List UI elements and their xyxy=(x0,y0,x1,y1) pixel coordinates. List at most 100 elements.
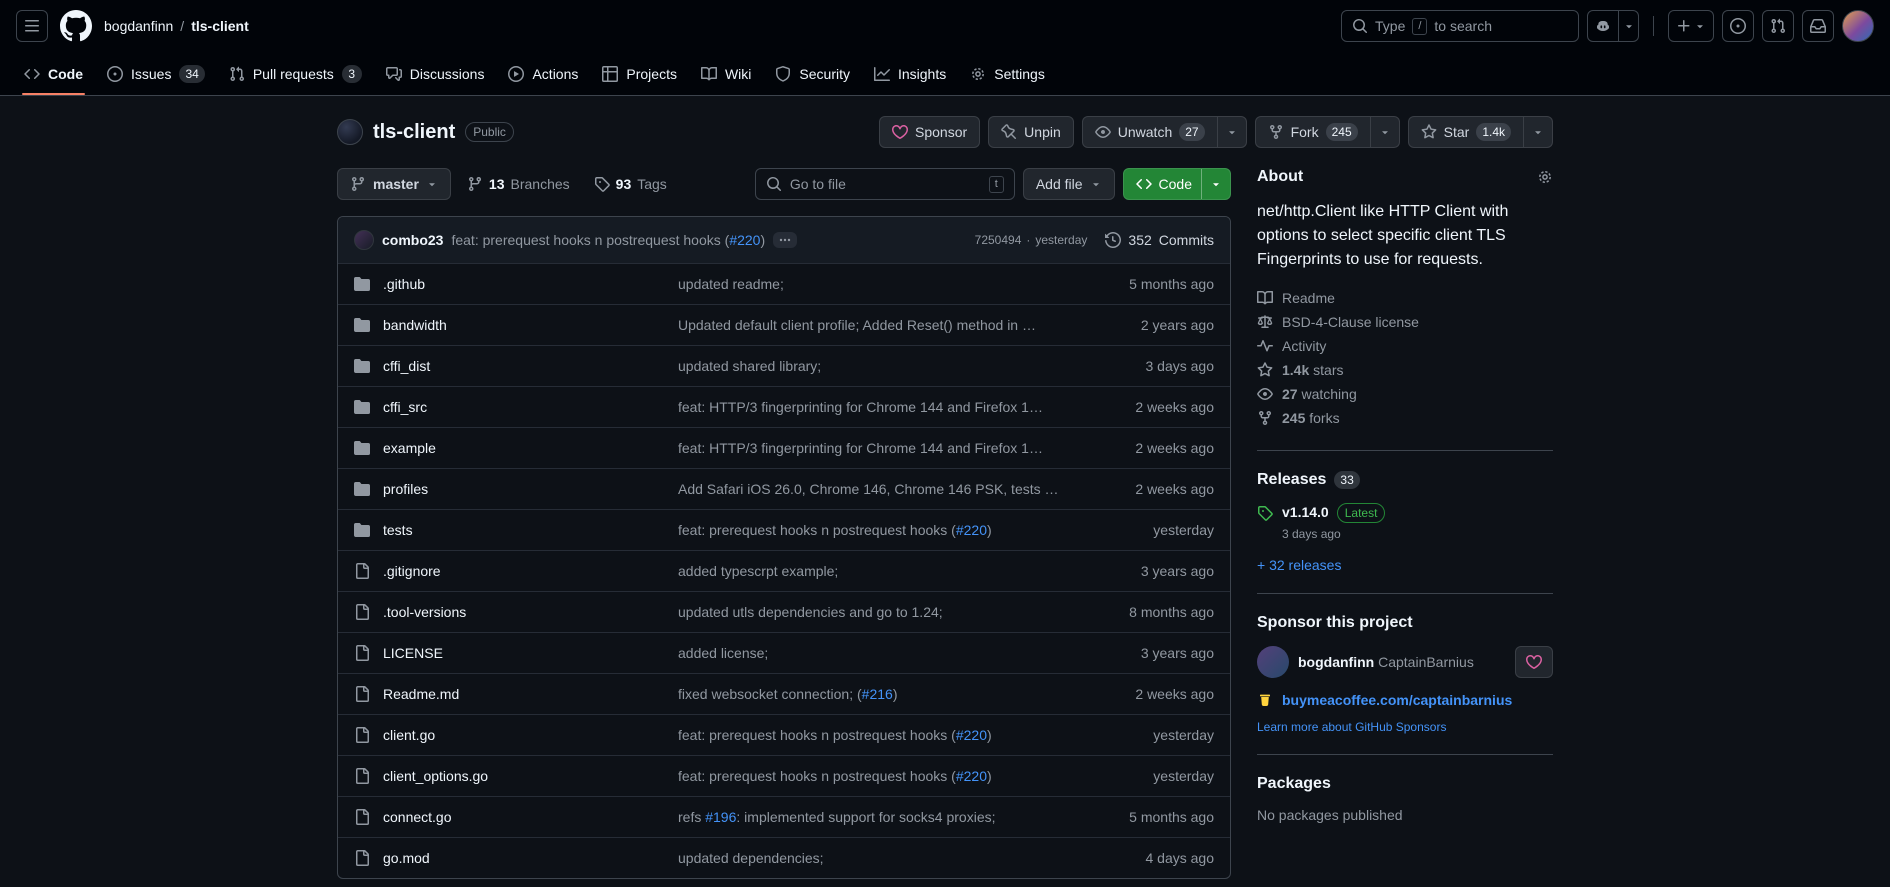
file-age-link[interactable]: yesterday xyxy=(1084,727,1214,743)
file-link[interactable]: connect.go xyxy=(383,809,452,825)
fork-button[interactable]: Fork245 xyxy=(1255,116,1371,148)
file-age-link[interactable]: yesterday xyxy=(1084,768,1214,784)
file-commit-message-link[interactable]: updated dependencies; xyxy=(678,850,1060,866)
file-commit-message-link[interactable]: Add Safari iOS 26.0, Chrome 146, Chrome … xyxy=(678,481,1060,497)
commit-message-link[interactable]: feat: prerequest hooks n postrequest hoo… xyxy=(451,232,765,248)
file-age-link[interactable]: 2 weeks ago xyxy=(1084,399,1214,415)
file-link[interactable]: .gitignore xyxy=(383,563,441,579)
branch-selector[interactable]: master xyxy=(337,168,451,200)
tab-settings[interactable]: Settings xyxy=(960,52,1055,95)
file-age-link[interactable]: 2 years ago xyxy=(1084,317,1214,333)
sponsor-heart-button[interactable] xyxy=(1515,646,1553,678)
unwatch-button[interactable]: Unwatch27 xyxy=(1082,116,1218,148)
file-commit-message-link[interactable]: fixed websocket connection; (#216) xyxy=(678,686,1060,702)
file-commit-message-link[interactable]: added typescrpt example; xyxy=(678,563,1060,579)
tab-discussions[interactable]: Discussions xyxy=(376,52,495,95)
file-link[interactable]: tests xyxy=(383,522,413,538)
edit-repo-details-button[interactable] xyxy=(1537,169,1553,185)
file-age-link[interactable]: 4 days ago xyxy=(1084,850,1214,866)
sponsor-button[interactable]: Sponsor xyxy=(879,116,980,148)
latest-release-link[interactable]: v1.14.0Latest 3 days ago xyxy=(1257,503,1553,541)
buymeacoffee-link[interactable]: buymeacoffee.com/captainbarnius xyxy=(1282,692,1512,708)
file-age-link[interactable]: 3 years ago xyxy=(1084,645,1214,661)
go-to-file-input[interactable]: Go to file t xyxy=(755,168,1015,200)
file-age-link[interactable]: 3 days ago xyxy=(1084,358,1214,374)
commit-author-link[interactable]: combo23 xyxy=(382,232,443,248)
file-commit-message-link[interactable]: refs #196: implemented support for socks… xyxy=(678,809,1060,825)
copilot-button[interactable] xyxy=(1587,10,1619,42)
license-link[interactable]: BSD-4-Clause license xyxy=(1257,310,1553,334)
issues-dashboard-button[interactable] xyxy=(1722,10,1754,42)
file-age-link[interactable]: 2 weeks ago xyxy=(1084,440,1214,456)
file-link[interactable]: Readme.md xyxy=(383,686,459,702)
global-search-input[interactable]: Type / to search xyxy=(1341,10,1579,42)
file-age-link[interactable]: 8 months ago xyxy=(1084,604,1214,620)
file-link[interactable]: cffi_src xyxy=(383,399,427,415)
github-logo[interactable] xyxy=(60,10,92,42)
notifications-inbox-button[interactable] xyxy=(1802,10,1834,42)
commit-sha-link[interactable]: 7250494 xyxy=(975,233,1022,247)
file-link[interactable]: example xyxy=(383,440,436,456)
fork-dropdown-button[interactable] xyxy=(1371,116,1400,148)
file-link[interactable]: bandwidth xyxy=(383,317,447,333)
tab-pull-requests[interactable]: Pull requests3 xyxy=(219,52,372,95)
copilot-dropdown-button[interactable] xyxy=(1619,10,1639,42)
commit-time-link[interactable]: yesterday xyxy=(1035,233,1087,247)
file-link[interactable]: LICENSE xyxy=(383,645,443,661)
pull-requests-dashboard-button[interactable] xyxy=(1762,10,1794,42)
file-link[interactable]: go.mod xyxy=(383,850,430,866)
file-age-link[interactable]: 5 months ago xyxy=(1084,809,1214,825)
file-age-link[interactable]: 5 months ago xyxy=(1084,276,1214,292)
watch-dropdown-button[interactable] xyxy=(1218,116,1247,148)
unpin-button[interactable]: Unpin xyxy=(988,116,1074,148)
file-age-link[interactable]: 3 years ago xyxy=(1084,563,1214,579)
tab-issues[interactable]: Issues34 xyxy=(97,52,215,95)
tab-wiki[interactable]: Wiki xyxy=(691,52,761,95)
file-commit-message-link[interactable]: feat: HTTP/3 fingerprinting for Chrome 1… xyxy=(678,399,1060,415)
hamburger-menu-button[interactable] xyxy=(16,10,48,42)
forks-link[interactable]: 245 forks xyxy=(1257,406,1553,430)
breadcrumb-repo-link[interactable]: tls-client xyxy=(191,18,249,34)
stars-link[interactable]: 1.4k stars xyxy=(1257,358,1553,382)
code-button[interactable]: Code xyxy=(1123,168,1231,200)
file-commit-message-link[interactable]: updated shared library; xyxy=(678,358,1060,374)
readme-link[interactable]: Readme xyxy=(1257,286,1553,310)
file-link[interactable]: client.go xyxy=(383,727,435,743)
releases-title[interactable]: Releases xyxy=(1257,471,1326,489)
file-link[interactable]: cffi_dist xyxy=(383,358,430,374)
file-commit-message-link[interactable]: added license; xyxy=(678,645,1060,661)
sponsor-user-avatar[interactable] xyxy=(1257,646,1289,678)
watching-link[interactable]: 27 watching xyxy=(1257,382,1553,406)
file-commit-message-link[interactable]: feat: HTTP/3 fingerprinting for Chrome 1… xyxy=(678,440,1060,456)
sponsor-user-link[interactable]: bogdanfinn xyxy=(1298,654,1374,670)
file-commit-message-link[interactable]: feat: prerequest hooks n postrequest hoo… xyxy=(678,727,1060,743)
create-new-button[interactable] xyxy=(1668,10,1714,42)
commit-expand-button[interactable] xyxy=(773,232,797,248)
file-commit-message-link[interactable]: updated utls dependencies and go to 1.24… xyxy=(678,604,1060,620)
tab-projects[interactable]: Projects xyxy=(592,52,687,95)
tags-link[interactable]: 93 Tags xyxy=(586,168,675,200)
commit-author-avatar[interactable] xyxy=(354,230,374,250)
file-commit-message-link[interactable]: updated readme; xyxy=(678,276,1060,292)
sponsors-learn-more-link[interactable]: Learn more about GitHub Sponsors xyxy=(1257,720,1446,734)
star-button[interactable]: Star1.4k xyxy=(1408,116,1524,148)
tab-code[interactable]: Code xyxy=(14,52,93,95)
star-dropdown-button[interactable] xyxy=(1524,116,1553,148)
tab-security[interactable]: Security xyxy=(765,52,860,95)
page-title[interactable]: tls-client xyxy=(373,121,455,144)
file-commit-message-link[interactable]: feat: prerequest hooks n postrequest hoo… xyxy=(678,768,1060,784)
tab-actions[interactable]: Actions xyxy=(498,52,588,95)
file-age-link[interactable]: 2 weeks ago xyxy=(1084,686,1214,702)
add-file-button[interactable]: Add file xyxy=(1023,168,1115,200)
more-releases-link[interactable]: + 32 releases xyxy=(1257,557,1341,573)
file-link[interactable]: client_options.go xyxy=(383,768,488,784)
breadcrumb-owner-link[interactable]: bogdanfinn xyxy=(104,18,173,34)
file-link[interactable]: .github xyxy=(383,276,425,292)
file-commit-message-link[interactable]: Updated default client profile; Added Re… xyxy=(678,317,1060,333)
activity-link[interactable]: Activity xyxy=(1257,334,1553,358)
commit-history-link[interactable]: 352 Commits xyxy=(1105,232,1214,248)
branches-link[interactable]: 13 Branches xyxy=(459,168,578,200)
file-age-link[interactable]: yesterday xyxy=(1084,522,1214,538)
file-link[interactable]: profiles xyxy=(383,481,428,497)
file-age-link[interactable]: 2 weeks ago xyxy=(1084,481,1214,497)
